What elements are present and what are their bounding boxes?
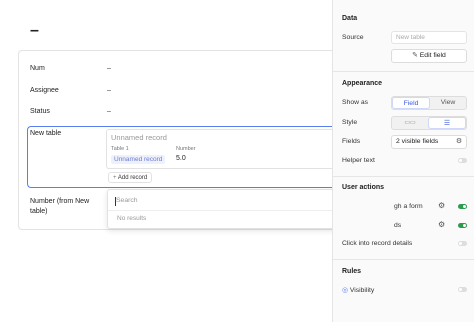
field-value-assignee[interactable]: –	[107, 87, 111, 94]
app-canvas: – Num – Assignee – Status – New table Un…	[0, 0, 474, 322]
show-as-label: Show as	[342, 99, 369, 106]
section-title-appearance: Appearance	[342, 80, 383, 87]
gear-icon: ⚙	[455, 138, 462, 145]
page-title: –	[30, 22, 39, 39]
click-into-details-toggle[interactable]	[458, 241, 467, 246]
visibility-label: Visibility	[349, 287, 375, 294]
visibility-row[interactable]: ◎ Visibility	[342, 286, 374, 294]
field-value-num[interactable]: –	[107, 65, 111, 72]
edit-field-label: Edit field	[419, 52, 446, 59]
visibility-toggle[interactable]	[458, 287, 467, 292]
section-divider	[333, 71, 474, 72]
fields-value: 2 visible fields	[396, 138, 439, 145]
source-label: Source	[342, 34, 364, 41]
text-cursor	[115, 197, 116, 206]
field-value-status[interactable]: –	[107, 108, 111, 115]
section-title-user-actions: User actions	[342, 184, 385, 191]
section-divider	[333, 259, 474, 260]
field-label-assignee: Assignee	[30, 87, 59, 94]
linked-col1-header: Table 1	[111, 146, 129, 152]
fields-label: Fields	[342, 138, 361, 145]
edit-icon: ✎	[412, 52, 418, 59]
section-title-rules: Rules	[342, 268, 362, 275]
visibility-icon: ◎	[342, 287, 348, 294]
add-record-button[interactable]: + Add record	[108, 172, 153, 183]
user-action-2-label: ds	[394, 222, 402, 229]
gear-icon[interactable]: ⚙	[438, 220, 445, 229]
field-label-num: Num	[30, 65, 45, 72]
user-action-2-toggle[interactable]	[458, 223, 467, 228]
edit-field-button[interactable]: ✎ Edit field	[391, 49, 467, 63]
show-as-field-option[interactable]: Field	[392, 97, 430, 109]
user-action-1-label: gh a form	[394, 203, 423, 210]
list-style-icon: ☰	[443, 120, 451, 127]
style-list-option[interactable]: ☰	[428, 117, 466, 129]
linked-col2-header: Number	[176, 146, 196, 152]
plus-icon: +	[113, 175, 117, 181]
section-divider	[333, 176, 474, 177]
helper-text-toggle[interactable]	[458, 158, 467, 163]
source-select[interactable]: New table	[391, 31, 467, 44]
style-segmented: ▭▭ ☰	[391, 116, 467, 130]
linked-col1-value[interactable]: Unnamed record	[111, 155, 166, 164]
style-label: Style	[342, 119, 358, 126]
linked-record-name: Unnamed record	[111, 133, 167, 142]
section-title-data: Data	[342, 15, 358, 22]
user-action-1-toggle[interactable]	[458, 204, 467, 209]
no-results-text: No results	[117, 215, 147, 222]
field-label-number-lookup: Number (from New table)	[30, 198, 90, 215]
fields-selector[interactable]: 2 visible fields ⚙	[391, 135, 467, 149]
linked-col2-value: 5.0	[176, 155, 186, 162]
linked-record-card[interactable]: Unnamed record Table 1 Unnamed record Nu…	[106, 129, 336, 169]
helper-text-label: Helper text	[342, 157, 375, 164]
show-as-segmented: Field View	[391, 96, 467, 110]
field-label-new-table: New table	[30, 130, 62, 137]
field-label-status: Status	[30, 108, 50, 115]
compact-style-icon: ▭▭	[404, 120, 416, 126]
click-into-details-label: Click into record details	[342, 240, 413, 247]
linked-col1-value-wrap: Unnamed record	[111, 154, 166, 164]
style-compact-option[interactable]: ▭▭	[392, 117, 428, 129]
search-input[interactable]: Search	[116, 197, 356, 204]
add-record-label: Add record	[117, 175, 148, 181]
gear-icon[interactable]: ⚙	[438, 201, 445, 210]
show-as-view-option[interactable]: View	[430, 97, 466, 109]
